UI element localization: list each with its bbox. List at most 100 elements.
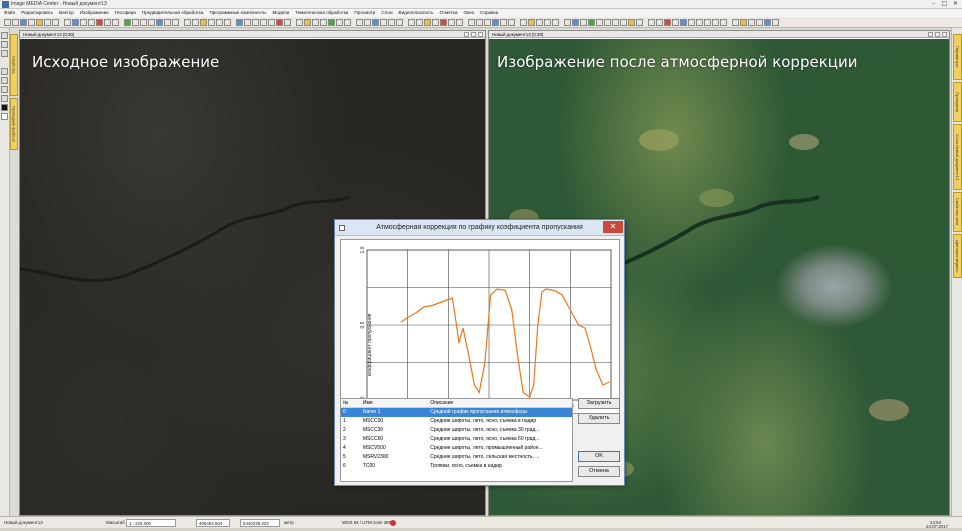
toolbar-tool-icon[interactable] <box>764 19 771 26</box>
toolbar-tool-icon[interactable] <box>580 19 587 26</box>
toolbar-tool-icon[interactable] <box>564 19 571 26</box>
load-button[interactable]: Загрузить <box>578 398 620 409</box>
toolbar-tool-icon[interactable] <box>200 19 207 26</box>
toolbar-tool-icon[interactable] <box>440 19 447 26</box>
toolbar-tool-icon[interactable] <box>124 19 131 26</box>
toolbar-tool-icon[interactable] <box>572 19 579 26</box>
menu-item-11[interactable]: Видеоплоскость <box>399 9 434 17</box>
menu-item-2[interactable]: Вектор <box>59 9 74 17</box>
toolbar-tool-icon[interactable] <box>304 19 311 26</box>
dialog-close-icon[interactable]: ✕ <box>603 221 623 233</box>
scale-input[interactable]: 1 : 225 000 <box>126 519 176 527</box>
right-tab-color-model[interactable]: Цветовая модель <box>953 234 962 278</box>
menu-item-10[interactable]: Слои <box>381 9 392 17</box>
toolbar-tool-icon[interactable] <box>696 19 703 26</box>
menu-item-4[interactable]: Геосфера <box>115 9 136 17</box>
toolbar-tool-icon[interactable] <box>320 19 327 26</box>
toolbar-tool-icon[interactable] <box>364 19 371 26</box>
toolbar-tool-icon[interactable] <box>712 19 719 26</box>
cancel-button[interactable]: Отмена <box>578 466 620 477</box>
toolbar-tool-icon[interactable] <box>80 19 87 26</box>
bg-color-icon[interactable] <box>1 113 8 120</box>
toolbar-tool-icon[interactable] <box>296 19 303 26</box>
toolbar-tool-icon[interactable] <box>192 19 199 26</box>
table-row[interactable]: 1 MSCC00 Средние широты, лето, ясно, съемк… <box>341 417 572 426</box>
menu-item-14[interactable]: Справка <box>480 9 498 17</box>
toolbar-tool-icon[interactable] <box>492 19 499 26</box>
toolbar-tool-icon[interactable] <box>612 19 619 26</box>
toolbar-tool-icon[interactable] <box>508 19 515 26</box>
toolbar-tool-icon[interactable] <box>268 19 275 26</box>
minimize-icon[interactable]: – <box>929 0 938 8</box>
doc-close-icon[interactable] <box>942 32 947 37</box>
right-tab-window-properties[interactable]: Свойства окна <box>953 192 962 232</box>
toolbar-tool-icon[interactable] <box>336 19 343 26</box>
menu-item-8[interactable]: Тематическая обработка <box>295 9 348 17</box>
menu-item-9[interactable]: Просмотр <box>354 9 375 17</box>
toolbar-tool-icon[interactable] <box>620 19 627 26</box>
toolbar-tool-icon[interactable] <box>772 19 779 26</box>
right-tab-explorer[interactable]: Проводник <box>953 82 962 122</box>
stop-icon[interactable] <box>390 520 396 526</box>
toolbar-tool-icon[interactable] <box>588 19 595 26</box>
table-row[interactable]: 5 MSRV2300 Средние широты, лето, сельская … <box>341 453 572 462</box>
menu-item-12[interactable]: Отметка <box>439 9 457 17</box>
toolbar-tool-icon[interactable] <box>112 19 119 26</box>
left-tab-file-explorer[interactable]: Проводник файлов <box>10 98 18 150</box>
toolbar-tool-icon[interactable] <box>656 19 663 26</box>
ok-button[interactable]: OK <box>578 451 620 462</box>
toolbar-tool-icon[interactable] <box>208 19 215 26</box>
toolbar-tool-icon[interactable] <box>284 19 291 26</box>
toolbar-tool-icon[interactable] <box>4 19 11 26</box>
toolbar-tool-icon[interactable] <box>672 19 679 26</box>
doc-maximize-icon[interactable] <box>471 32 476 37</box>
menu-item-3[interactable]: Изображение <box>80 9 109 17</box>
maximize-icon[interactable]: □ <box>940 0 949 8</box>
toolbar-tool-icon[interactable] <box>356 19 363 26</box>
toolbar-tool-icon[interactable] <box>104 19 111 26</box>
toolbar-tool-icon[interactable] <box>236 19 243 26</box>
menu-item-5[interactable]: Предварительная обработка <box>142 9 204 17</box>
doc-maximize-icon[interactable] <box>935 32 940 37</box>
toolbar-tool-icon[interactable] <box>52 19 59 26</box>
toolbar-tool-icon[interactable] <box>468 19 475 26</box>
toolbar-tool-icon[interactable] <box>88 19 95 26</box>
toolbar-tool-icon[interactable] <box>44 19 51 26</box>
menu-item-13[interactable]: Окно <box>463 9 474 17</box>
menu-item-1[interactable]: Редактировать <box>21 9 53 17</box>
toolbar-tool-icon[interactable] <box>456 19 463 26</box>
close-icon[interactable]: ✕ <box>951 0 960 8</box>
toolbar-tool-icon[interactable] <box>408 19 415 26</box>
left-tab-properties[interactable]: Свойства <box>10 34 18 96</box>
toolbar-tool-icon[interactable] <box>732 19 739 26</box>
fg-color-icon[interactable] <box>1 104 8 111</box>
toolbar-tool-icon[interactable] <box>604 19 611 26</box>
zoom-tool-icon[interactable] <box>1 50 8 57</box>
doc-minimize-icon[interactable] <box>464 32 469 37</box>
table-row[interactable]: 6 TC00 Тропики, ясно, съемка в надир <box>341 462 572 471</box>
toolbar-tool-icon[interactable] <box>396 19 403 26</box>
toolbar-tool-icon[interactable] <box>156 19 163 26</box>
toolbar-tool-icon[interactable] <box>544 19 551 26</box>
table-row[interactable]: 2 MSCC30 Средние широты, лето, ясно, съемк… <box>341 426 572 435</box>
toolbar-tool-icon[interactable] <box>740 19 747 26</box>
toolbar-tool-icon[interactable] <box>224 19 231 26</box>
toolbar-tool-icon[interactable] <box>164 19 171 26</box>
toolbar-tool-icon[interactable] <box>528 19 535 26</box>
toolbar-tool-icon[interactable] <box>312 19 319 26</box>
toolbar-tool-icon[interactable] <box>28 19 35 26</box>
toolbar-tool-icon[interactable] <box>520 19 527 26</box>
toolbar-tool-icon[interactable] <box>416 19 423 26</box>
toolbar-tool-icon[interactable] <box>36 19 43 26</box>
toolbar-tool-icon[interactable] <box>20 19 27 26</box>
toolbar-tool-icon[interactable] <box>664 19 671 26</box>
toolbar-tool-icon[interactable] <box>12 19 19 26</box>
right-tab-parameters[interactable]: Параметры <box>953 34 962 80</box>
toolbar-tool-icon[interactable] <box>476 19 483 26</box>
toolbar-tool-icon[interactable] <box>424 19 431 26</box>
toolbar-tool-icon[interactable] <box>132 19 139 26</box>
toolbar-tool-icon[interactable] <box>432 19 439 26</box>
profile-table[interactable]: № Имя Описание 0 Name 1 Средний график про… <box>340 398 573 482</box>
toolbar-tool-icon[interactable] <box>756 19 763 26</box>
pan-tool-icon[interactable] <box>1 41 8 48</box>
